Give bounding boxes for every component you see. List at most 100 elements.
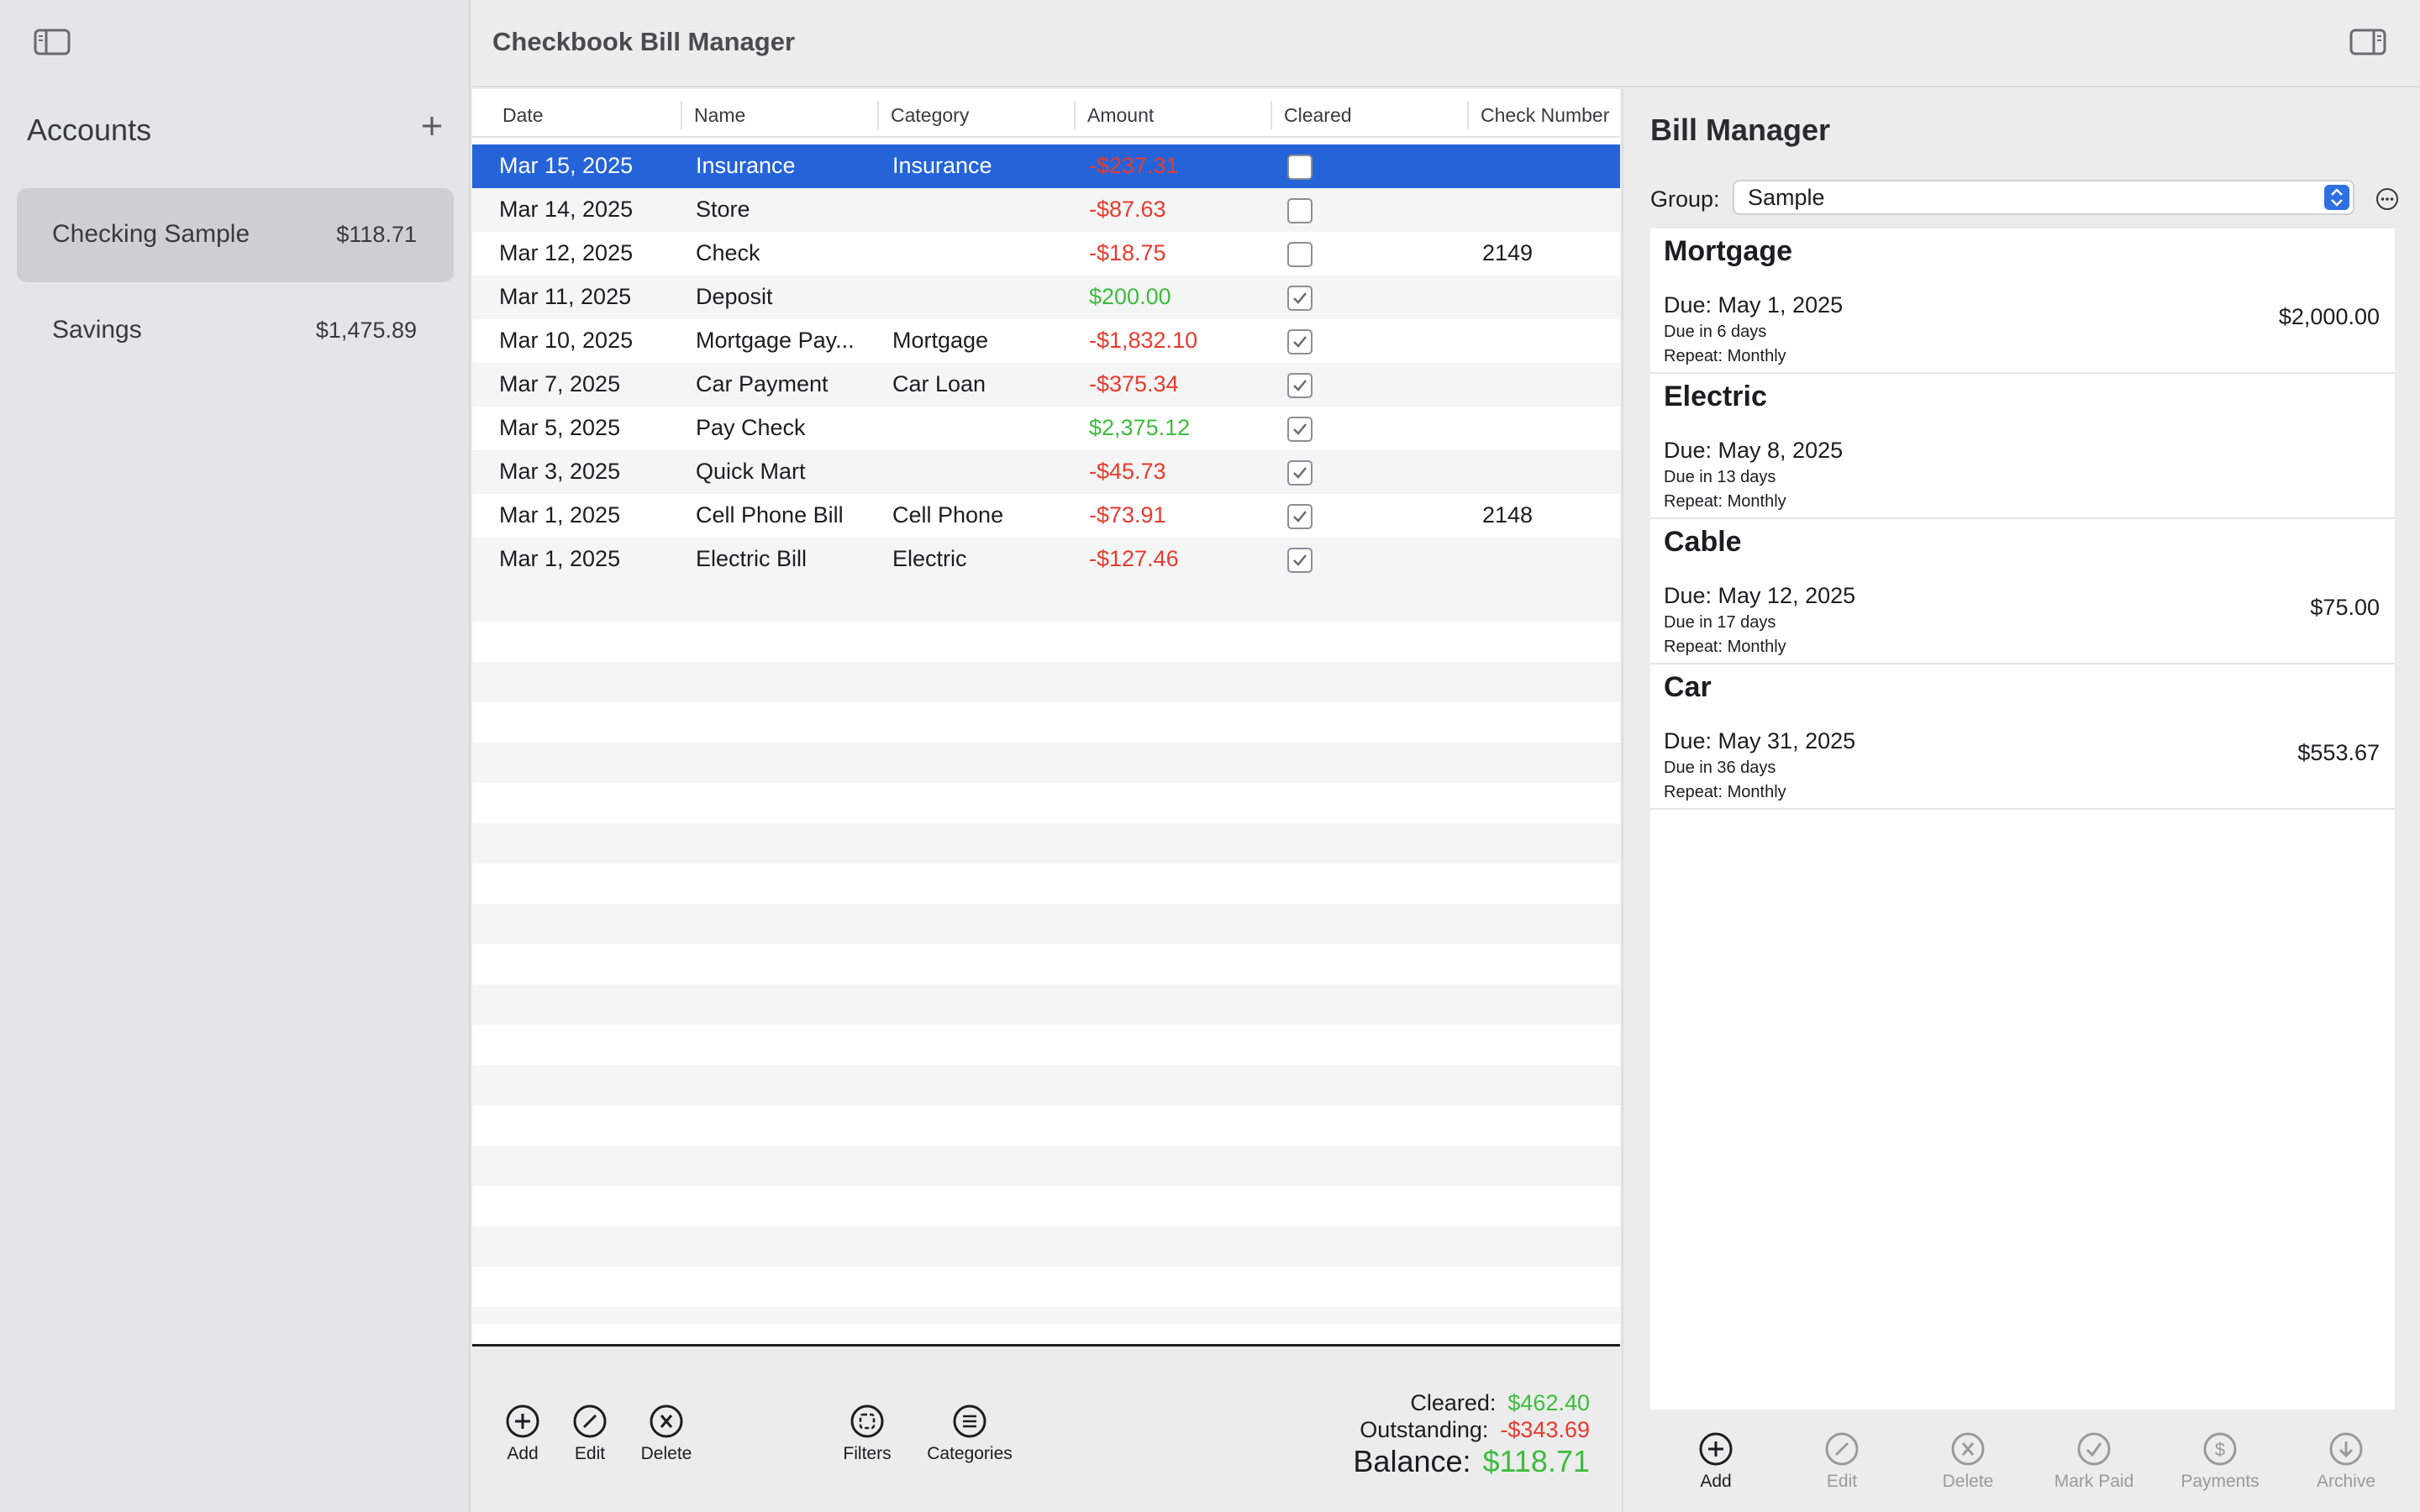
svg-text:$: $ (2215, 1439, 2225, 1460)
table-row[interactable]: Mar 15, 2025 Insurance Insurance -$237.31 (472, 144, 1620, 188)
cleared-checkbox[interactable] (1287, 417, 1313, 442)
delete-circle-icon (650, 1404, 683, 1438)
cell-amount: $200.00 (1089, 284, 1171, 309)
cleared-checkbox[interactable] (1287, 155, 1313, 180)
group-select[interactable]: Sample (1733, 180, 2354, 215)
table-body: Mar 15, 2025 Insurance Insurance -$237.31 Ma… (472, 144, 1620, 1324)
account-balance: $1,475.89 (315, 318, 417, 343)
cleared-checkbox[interactable] (1287, 548, 1313, 573)
add-account-button[interactable] (418, 113, 445, 139)
cell-amount: -$87.63 (1089, 197, 1166, 222)
table-row[interactable]: Mar 12, 2025 Check -$18.75 2149 (472, 232, 1620, 276)
checkmark-icon (1293, 467, 1307, 479)
edit-bill-button[interactable]: Edit (1783, 1431, 1901, 1492)
checkmark-icon (1293, 423, 1307, 435)
cell-amount: -$1,832.10 (1089, 328, 1198, 353)
cell-amount: -$237.31 (1089, 153, 1179, 178)
checkmark-icon (1293, 292, 1307, 304)
empty-row (472, 581, 1620, 622)
more-icon[interactable] (2375, 186, 2400, 212)
payments-icon: $ (2203, 1432, 2237, 1466)
bill-item[interactable]: Car Due: May 31, 2025 Due in 36 days Repeat… (1650, 664, 2395, 810)
checkmark-icon (1293, 336, 1307, 348)
bill-due-date: Due: May 8, 2025 (1664, 438, 1844, 463)
column-header-date[interactable]: Date (472, 101, 681, 129)
cleared-checkbox[interactable] (1287, 286, 1313, 311)
cleared-checkbox[interactable] (1287, 242, 1313, 267)
cell-date: Mar 1, 2025 (499, 502, 621, 528)
sidebar-toggle-icon[interactable] (34, 29, 71, 55)
column-header-cleared[interactable]: Cleared (1270, 101, 1467, 129)
table-row[interactable]: Mar 3, 2025 Quick Mart -$45.73 (472, 450, 1620, 494)
column-header-category[interactable]: Category (877, 101, 1074, 129)
cleared-checkbox[interactable] (1287, 373, 1313, 398)
add-transaction-button[interactable]: Add (497, 1404, 548, 1464)
group-select-value: Sample (1748, 185, 1825, 210)
mark-paid-button[interactable]: Mark Paid (2035, 1431, 2153, 1492)
cell-date: Mar 1, 2025 (499, 546, 621, 571)
account-balance: $118.71 (336, 222, 417, 247)
add-bill-button[interactable]: Add (1657, 1431, 1775, 1492)
bill-manager-toolbar: Add Edit Delete Mark Paid $ Payments Arc… (1623, 1411, 2420, 1512)
bill-manager-title: Bill Manager (1650, 113, 1831, 147)
filters-label: Filters (843, 1444, 892, 1463)
table-row[interactable]: Mar 1, 2025 Cell Phone Bill Cell Phone -$73… (472, 494, 1620, 538)
cell-category: Insurance (892, 153, 992, 178)
empty-row (472, 823, 1620, 864)
cleared-checkbox[interactable] (1287, 329, 1313, 354)
cleared-checkbox[interactable] (1287, 460, 1313, 486)
bill-amount: $75.00 (2310, 595, 2380, 620)
edit-bill-label: Edit (1826, 1472, 1858, 1491)
column-header-name[interactable]: Name (681, 101, 877, 129)
cell-name: Insurance (696, 153, 796, 178)
titlebar: Checkbook Bill Manager (472, 0, 2420, 87)
empty-row (472, 1025, 1620, 1065)
table-row[interactable]: Mar 5, 2025 Pay Check $2,375.12 (472, 407, 1620, 450)
cleared-value: $462.40 (1507, 1390, 1590, 1415)
empty-row (472, 662, 1620, 702)
cell-name: Quick Mart (696, 459, 806, 484)
accounts-heading: Accounts (27, 113, 152, 147)
outstanding-label: Outstanding: (1360, 1417, 1489, 1442)
cell-name: Cell Phone Bill (696, 502, 844, 528)
bill-name: Cable (1664, 526, 1742, 558)
cell-date: Mar 5, 2025 (499, 415, 621, 440)
column-header-amount[interactable]: Amount (1074, 101, 1270, 129)
empty-row (472, 904, 1620, 944)
bill-name: Electric (1664, 381, 1767, 412)
table-row[interactable]: Mar 11, 2025 Deposit $200.00 (472, 276, 1620, 319)
column-header-check-number[interactable]: Check Number (1467, 101, 1620, 129)
bill-due-in: Due in 6 days (1664, 323, 1767, 341)
edit-label: Edit (574, 1444, 606, 1463)
cell-date: Mar 10, 2025 (499, 328, 634, 353)
group-label: Group: (1650, 186, 1720, 212)
archive-button[interactable]: Archive (2287, 1431, 2405, 1492)
table-row[interactable]: Mar 14, 2025 Store -$87.63 (472, 188, 1620, 232)
cleared-checkbox[interactable] (1287, 504, 1313, 529)
delete-circle-icon (1951, 1432, 1985, 1466)
categories-button[interactable]: Categories (921, 1404, 1018, 1464)
bill-item[interactable]: Electric Due: May 8, 2025 Due in 13 days Re… (1650, 374, 2395, 519)
account-row-checking[interactable]: Checking Sample $118.71 (17, 188, 454, 282)
cell-check-number: 2149 (1482, 240, 1534, 265)
table-row[interactable]: Mar 7, 2025 Car Payment Car Loan -$375.34 (472, 363, 1620, 407)
mark-paid-icon (2077, 1432, 2111, 1466)
payments-label: Payments (2181, 1472, 2260, 1491)
payments-button[interactable]: $ Payments (2161, 1431, 2279, 1492)
table-row[interactable]: Mar 10, 2025 Mortgage Pay... Mortgage -$1,8… (472, 319, 1620, 363)
edit-transaction-button[interactable]: Edit (565, 1404, 615, 1464)
bill-item[interactable]: Cable Due: May 12, 2025 Due in 17 days Repe… (1650, 519, 2395, 664)
cell-amount: -$45.73 (1089, 459, 1166, 484)
inspector-toggle-icon[interactable] (2349, 29, 2386, 55)
empty-row (472, 944, 1620, 984)
bill-item[interactable]: Mortgage Due: May 1, 2025 Due in 6 days Rep… (1650, 228, 2395, 374)
filters-button[interactable]: Filters (834, 1404, 901, 1464)
delete-transaction-button[interactable]: Delete (629, 1404, 704, 1464)
delete-label: Delete (640, 1444, 692, 1463)
cell-name: Car Payment (696, 371, 829, 396)
bill-list: Mortgage Due: May 1, 2025 Due in 6 days Rep… (1650, 228, 2395, 1410)
cleared-checkbox[interactable] (1287, 198, 1313, 223)
account-row-savings[interactable]: Savings $1,475.89 (17, 284, 454, 378)
delete-bill-button[interactable]: Delete (1909, 1431, 2027, 1492)
table-row[interactable]: Mar 1, 2025 Electric Bill Electric -$127.46 (472, 538, 1620, 581)
